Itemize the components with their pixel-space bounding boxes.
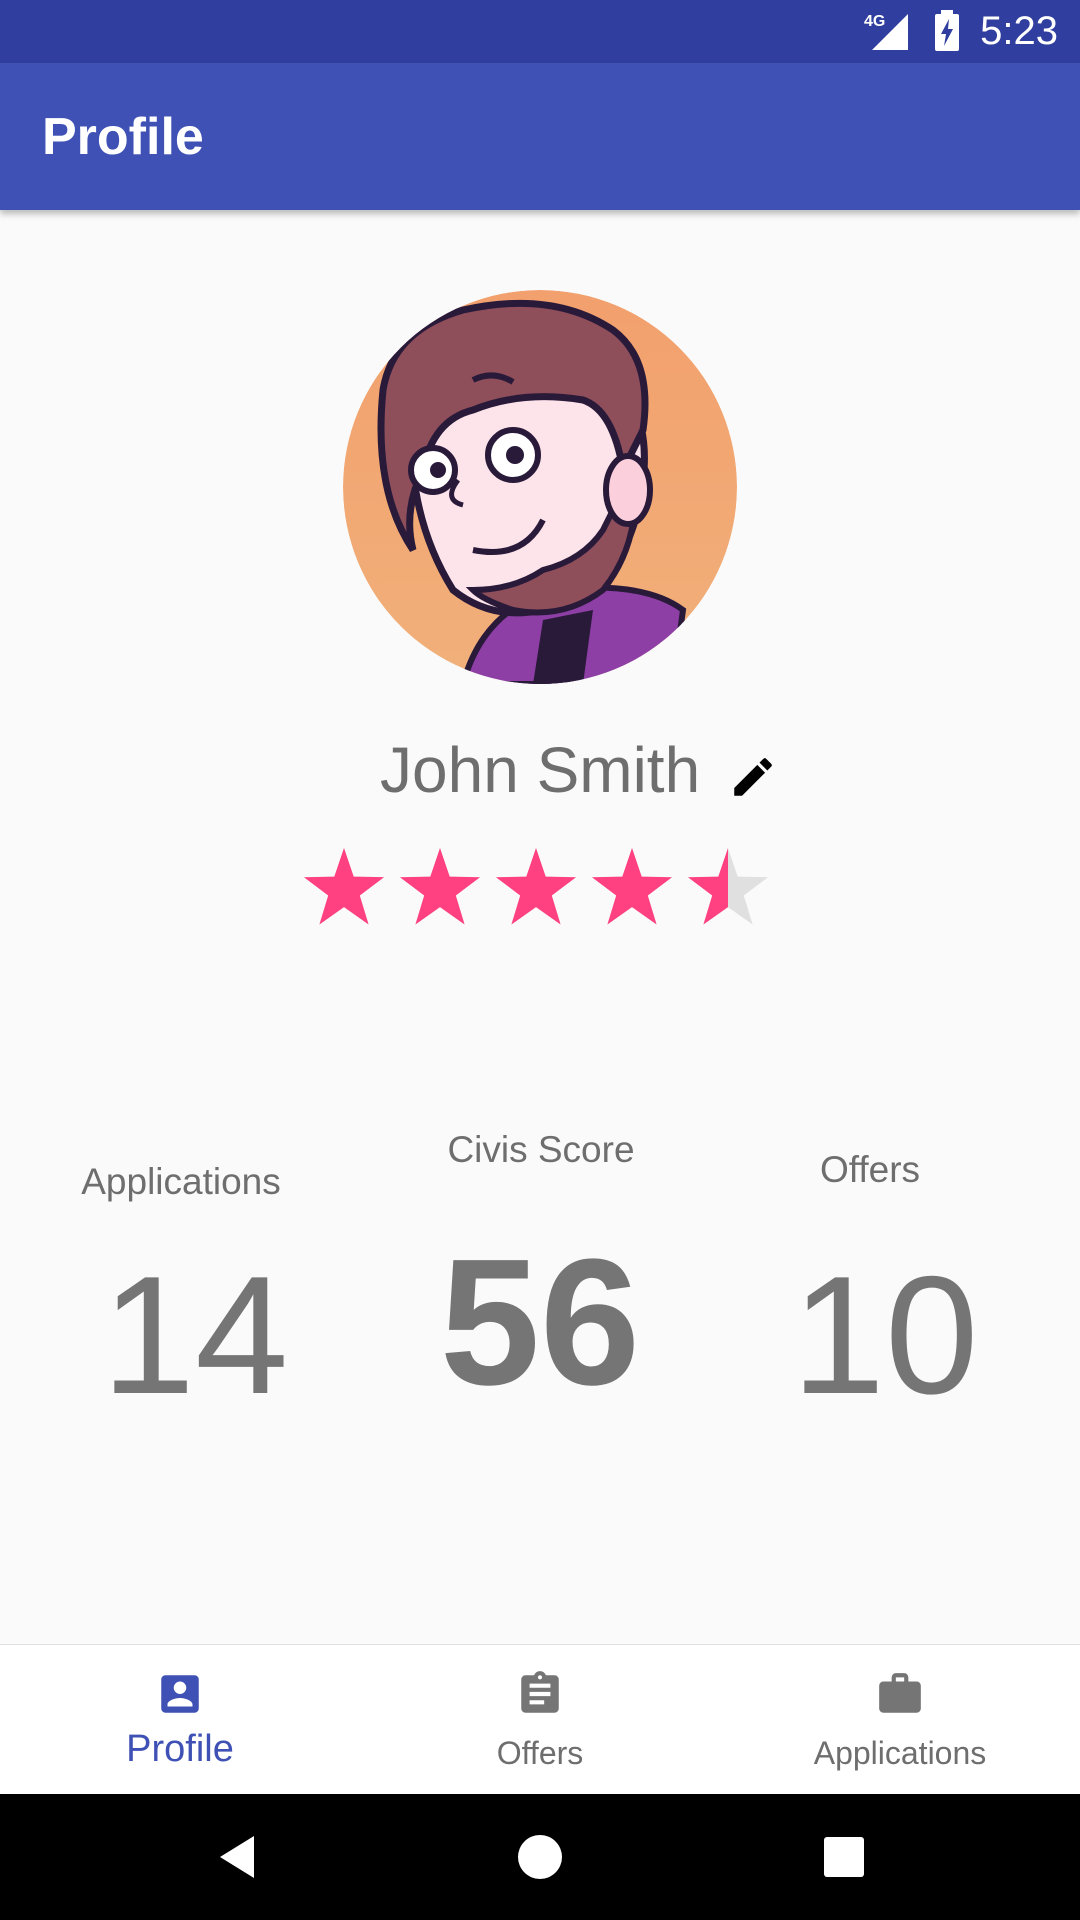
star-1[interactable] [304,848,384,925]
status-icons: 4G [864,10,960,52]
applications-label: Applications [81,1161,281,1202]
civis-score-label: Civis Score [447,1129,635,1170]
star-3[interactable] [496,848,576,925]
pencil-icon[interactable] [728,752,778,802]
battery-charging-icon [935,10,959,51]
profile-name: John Smith [380,734,701,806]
home-circle-icon[interactable] [513,1830,567,1884]
avatar[interactable] [343,290,737,684]
star-2[interactable] [400,848,480,925]
offers-label: Offers [819,1149,921,1190]
nav-item-profile[interactable]: Profile [0,1645,360,1795]
app-bar: Profile [0,63,1080,210]
recents-square-icon[interactable] [817,1830,871,1884]
nav-item-offers[interactable]: Offers [360,1645,720,1795]
briefcase-icon [879,1673,921,1713]
status-bar: 4G 5:23 [0,0,1080,63]
applications-count: 14 [101,1241,289,1429]
system-navigation-bar [0,1794,1080,1920]
nav-label-profile: Profile [126,1728,234,1770]
back-triangle-icon[interactable] [212,1830,266,1884]
offers-count: 10 [791,1241,979,1429]
star-4[interactable] [592,848,672,925]
civis-score-value: 56 [439,1222,641,1423]
clipboard-icon [521,1671,559,1713]
bottom-navigation: Profile Offers Applications [0,1644,1080,1795]
signal-icon: 4G [864,13,908,50]
svg-text:4G: 4G [864,13,885,30]
status-time: 5:23 [980,9,1058,53]
avatar-illustration [343,290,737,684]
name-row: John Smith [0,725,1080,815]
page-title: Profile [42,108,204,166]
nav-item-applications[interactable]: Applications [720,1645,1080,1795]
nav-label-applications: Applications [813,1735,987,1771]
rating-stars[interactable] [302,846,778,930]
nav-label-offers: Offers [496,1735,584,1771]
account-box-icon [161,1675,199,1713]
star-5[interactable] [688,848,768,925]
